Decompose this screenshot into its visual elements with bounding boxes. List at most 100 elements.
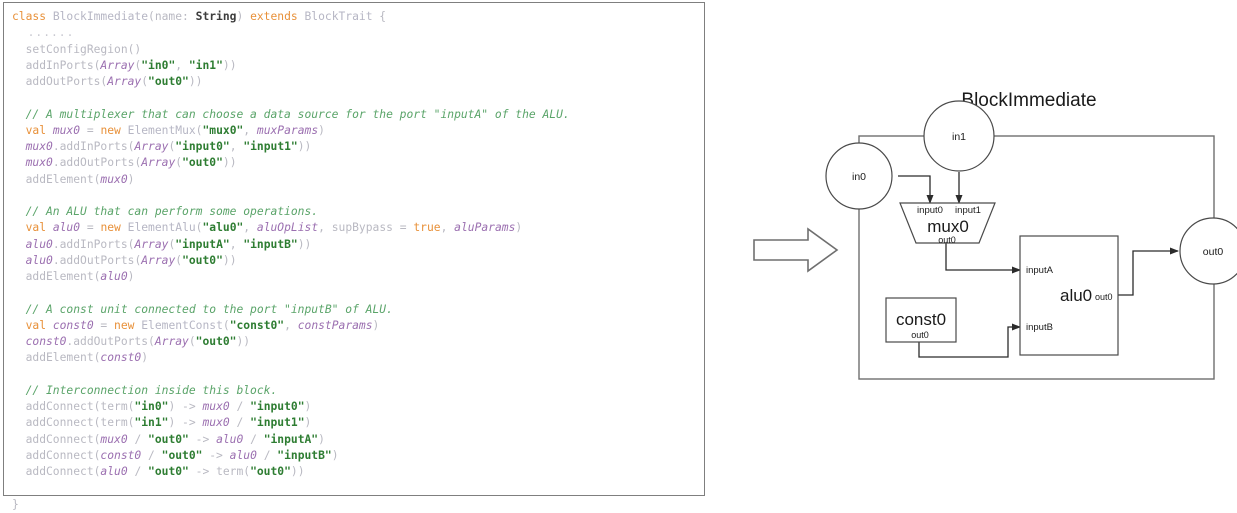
- code-token: "inputA": [263, 432, 319, 446]
- code-token: , supBypass =: [318, 221, 414, 235]
- code-line: addOutPorts(Array("out0")): [12, 74, 702, 90]
- code-token: ): [331, 448, 339, 462]
- code-line: addConnect(const0 / "out0" -> alu0 / "in…: [12, 448, 702, 464]
- code-token: val: [12, 123, 53, 137]
- code-token: mux0: [25, 140, 53, 153]
- code-listing: class BlockImmediate(name: String) exten…: [12, 9, 702, 513]
- code-token: "inputA": [175, 237, 230, 251]
- code-token: ,: [284, 318, 298, 332]
- code-token: alu0: [25, 253, 53, 267]
- code-token: =: [80, 221, 101, 235]
- code-token: "inputB": [277, 448, 332, 462]
- code-token: ,: [440, 221, 455, 235]
- mux-out0-label: out0: [938, 235, 956, 245]
- port-in1-label: in1: [952, 131, 966, 143]
- code-token: ->: [188, 432, 217, 446]
- code-token: String: [195, 10, 237, 23]
- code-token: }: [12, 497, 19, 511]
- code-token: mux0: [100, 172, 128, 186]
- code-token: Array: [100, 58, 135, 72]
- code-token: BlockTrait: [304, 10, 373, 23]
- mux-input0-label: input0: [917, 205, 943, 216]
- code-token: aluOpList: [256, 221, 319, 235]
- code-token: aluParams: [454, 221, 516, 235]
- code-token: const0: [100, 448, 142, 462]
- port-out0-label: out0: [1203, 246, 1224, 258]
- const-name-label: const0: [896, 310, 946, 329]
- code-token: "out0": [148, 75, 189, 88]
- code-token: alu0: [100, 465, 128, 478]
- code-token: // A const unit connected to the port "i…: [12, 302, 393, 316]
- code-token: Array: [154, 335, 189, 348]
- code-token: addConnect(: [12, 432, 101, 446]
- code-line: const0.addOutPorts(Array("out0")): [12, 334, 702, 350]
- code-token: val: [12, 221, 53, 235]
- code-token: true: [413, 221, 441, 235]
- wire-alu-out-to-out0: [1118, 247, 1179, 296]
- code-token: alu0: [100, 270, 128, 283]
- code-token: =: [80, 123, 101, 137]
- code-token: "inputB": [243, 237, 298, 251]
- code-token: addInPorts(: [12, 58, 101, 72]
- code-token: )): [188, 75, 203, 88]
- code-line: addConnect(alu0 / "out0" -> term("out0")…: [12, 464, 702, 480]
- code-token: "input1": [243, 140, 298, 153]
- code-token: ): [304, 416, 312, 430]
- code-token: mux0: [202, 416, 230, 430]
- code-token: )): [222, 253, 237, 267]
- code-token: "out0": [195, 335, 237, 348]
- code-token: =: [93, 318, 115, 332]
- code-token: "out0": [182, 156, 223, 170]
- code-token: )): [222, 156, 237, 170]
- diagram-title: BlockImmediate: [961, 90, 1096, 111]
- code-line: mux0.addOutPorts(Array("out0")): [12, 155, 702, 171]
- code-token: addConnect(: [12, 465, 101, 478]
- code-line: addElement(const0): [12, 350, 702, 366]
- code-token: ->: [202, 448, 230, 462]
- code-token: -> term(: [188, 465, 251, 478]
- code-line: addInPorts(Array("in0", "in1")): [12, 58, 702, 74]
- code-token: const0: [52, 318, 94, 332]
- code-token: Array: [134, 140, 169, 153]
- code-token: ): [127, 172, 135, 186]
- code-token: "out0": [148, 432, 189, 446]
- code-token: const0: [100, 351, 142, 365]
- code-token: "in1": [134, 416, 169, 430]
- code-token: "mux0": [202, 123, 244, 137]
- code-token: constParams: [297, 318, 373, 332]
- code-token: /: [229, 416, 251, 430]
- code-token: addConnect(term(: [12, 416, 135, 430]
- code-line: // Interconnection inside this block.: [12, 383, 702, 399]
- code-panel: class BlockImmediate(name: String) exten…: [3, 2, 705, 511]
- code-token: extends: [250, 10, 305, 23]
- code-token: )): [297, 140, 312, 153]
- code-token: // An ALU that can perform some operatio…: [12, 205, 319, 218]
- code-token: muxParams: [256, 123, 319, 137]
- const-out0-label: out0: [911, 330, 929, 340]
- code-token: addConnect(: [12, 448, 101, 462]
- code-token: "out0": [148, 465, 189, 478]
- code-token: mux0: [25, 156, 53, 170]
- code-token: Array: [134, 237, 169, 251]
- code-token: "input0": [175, 140, 230, 153]
- code-token: /: [141, 448, 162, 462]
- code-token: alu0: [52, 221, 81, 235]
- code-token: ): [515, 221, 523, 235]
- alu-inputB-label: inputB: [1026, 322, 1053, 333]
- code-token: "in1": [188, 58, 223, 72]
- code-line: addElement(alu0): [12, 269, 702, 285]
- code-token: "in0": [141, 58, 176, 72]
- code-token: ,: [229, 140, 244, 153]
- code-token: /: [229, 400, 251, 413]
- code-token: Array: [141, 156, 176, 170]
- code-token: )): [290, 465, 305, 478]
- code-token: ): [141, 351, 149, 365]
- code-line: // An ALU that can perform some operatio…: [12, 204, 702, 220]
- code-token: mux0: [100, 432, 128, 446]
